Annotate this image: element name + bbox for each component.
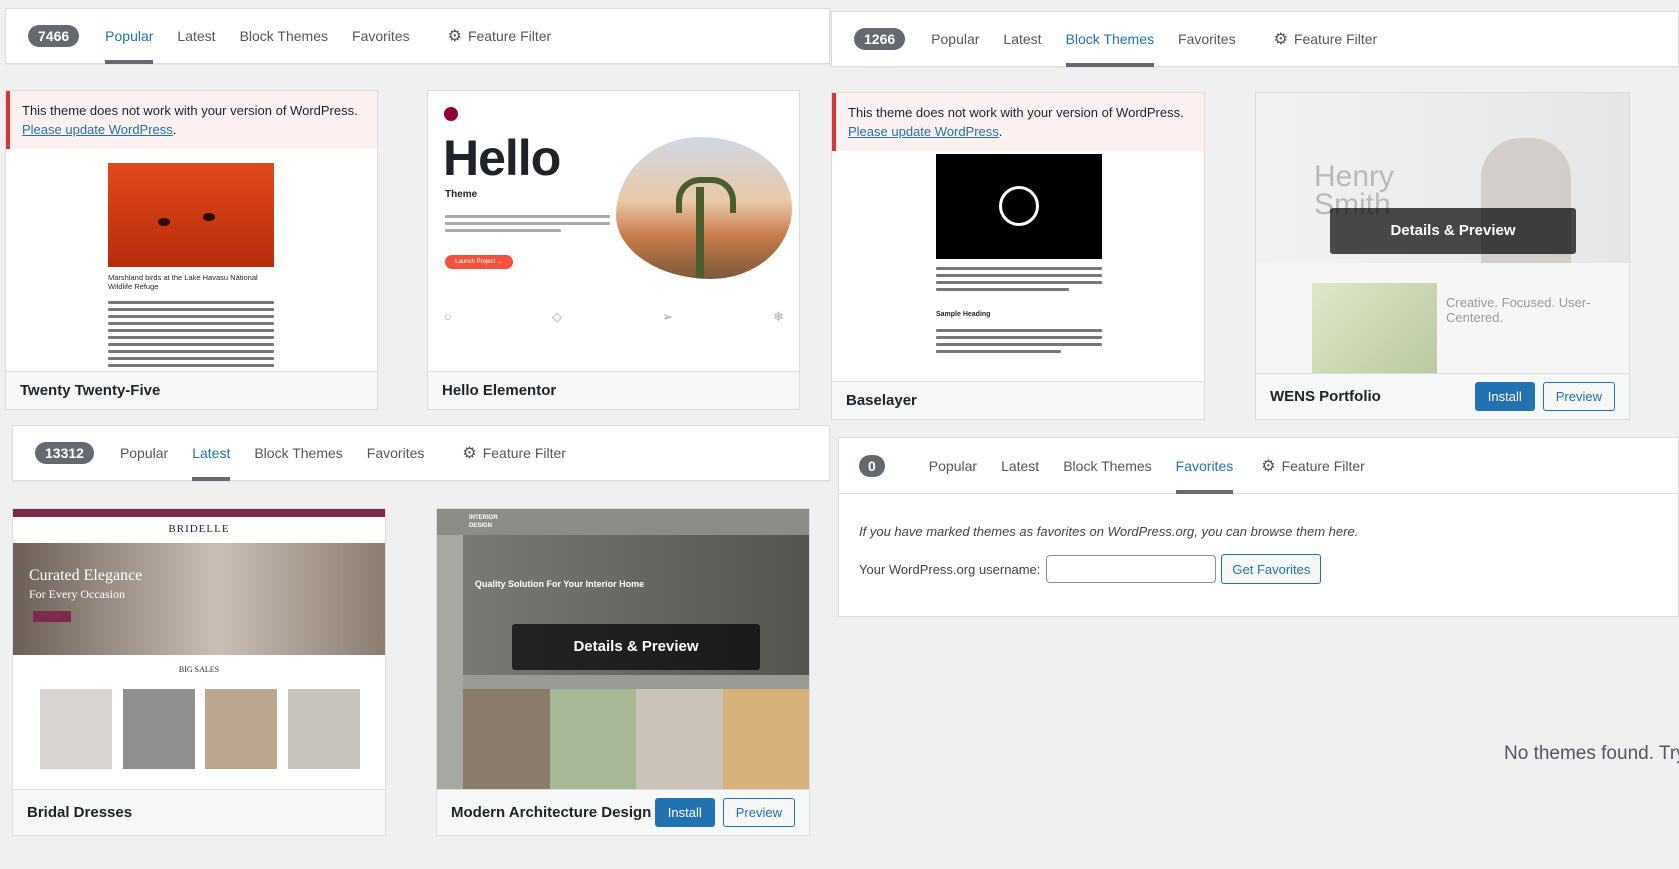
cactus-image [616, 137, 792, 279]
install-button[interactable]: Install [1474, 382, 1535, 411]
theme-card-hello-elementor[interactable]: Hello Theme Launch Project → ○ ◇ ➢ ❄ Hello … [427, 90, 800, 410]
update-wordpress-link[interactable]: Please update WordPress [848, 124, 999, 139]
username-label: Your WordPress.org username: [859, 561, 1041, 577]
tab-favorites[interactable]: Favorites [340, 9, 422, 63]
tab-favorites[interactable]: Favorites [355, 426, 437, 480]
diamond-icon: ◇ [551, 309, 562, 324]
tab-latest[interactable]: Latest [180, 426, 242, 481]
tab-block-themes[interactable]: Block Themes [228, 9, 340, 63]
shot-title: Hello [443, 130, 561, 186]
feature-filter-button[interactable]: ⚙ Feature Filter [450, 426, 578, 480]
launch-project-button: Launch Project → [445, 255, 513, 269]
shot-brand: INTERIOR DESIGN [469, 515, 498, 529]
paper-plane-icon: ➢ [662, 309, 673, 324]
theme-name: Twenty Twenty-Five [20, 382, 161, 399]
theme-card-wens-portfolio[interactable]: Henry Smith Creative. Focused. User-Cent… [1255, 92, 1630, 420]
filter-bar-favorites: 0 Popular Latest Block Themes Favorites … [839, 438, 1678, 494]
shot-sales-heading: BIG SALES [178, 665, 220, 674]
theme-count: 7466 [28, 25, 80, 47]
tab-popular[interactable]: Popular [917, 438, 989, 493]
person-laptop-photo [1312, 283, 1437, 373]
lightbulb-icon: ○ [444, 309, 452, 324]
feature-filter-label: Feature Filter [482, 445, 566, 461]
notice-text: This theme does not work with your versi… [848, 105, 1184, 120]
favorites-intro: If you have marked themes as favorites o… [859, 524, 1359, 539]
tab-popular[interactable]: Popular [919, 12, 991, 66]
tab-latest[interactable]: Latest [989, 438, 1051, 493]
install-button[interactable]: Install [654, 798, 715, 827]
tab-block-themes[interactable]: Block Themes [1051, 438, 1163, 493]
details-preview-overlay[interactable]: Details & Preview [1330, 208, 1576, 254]
tab-block-themes[interactable]: Block Themes [1054, 12, 1166, 67]
gear-icon: ⚙ [1261, 457, 1276, 475]
tab-latest[interactable]: Latest [991, 12, 1053, 66]
theme-count: 1266 [854, 28, 906, 50]
filter-bar-popular: 7466 Popular Latest Block Themes Favorit… [5, 8, 830, 64]
favorites-panel: 0 Popular Latest Block Themes Favorites … [838, 437, 1679, 617]
theme-name: Bridal Dresses [27, 804, 133, 821]
shot-brand: BRIDELLE [168, 523, 230, 535]
theme-count: 0 [859, 454, 885, 477]
theme-name: Hello Elementor [442, 382, 557, 399]
theme-name: Baselayer [846, 392, 917, 409]
sunset-image [108, 163, 274, 267]
tab-popular[interactable]: Popular [108, 426, 180, 480]
theme-card-footer: Hello Elementor [428, 371, 799, 409]
theme-name: WENS Portfolio [1270, 388, 1381, 405]
feature-filter-label: Feature Filter [1293, 31, 1378, 47]
feature-filter-button[interactable]: ⚙ Feature Filter [436, 9, 564, 63]
circle-icon [999, 186, 1039, 226]
theme-screenshot[interactable]: BRIDELLE Curated Elegance For Every Occa… [13, 509, 385, 789]
theme-card-bridal-dresses[interactable]: BRIDELLE Curated Elegance For Every Occa… [12, 508, 386, 836]
shot-subtitle: Theme [445, 189, 478, 200]
preview-button[interactable]: Preview [722, 798, 795, 827]
bride-hero-image: Curated Elegance For Every Occasion [13, 543, 385, 655]
feature-filter-label: Feature Filter [1281, 457, 1365, 474]
username-input[interactable] [1046, 555, 1217, 583]
tab-favorites[interactable]: Favorites [1164, 438, 1246, 494]
incompatible-notice: This theme does not work with your versi… [6, 91, 377, 149]
shot-heading: Sample Heading [936, 311, 991, 318]
notice-text: This theme does not work with your versi… [22, 103, 358, 118]
theme-card-twenty-twenty-five[interactable]: This theme does not work with your versi… [5, 90, 378, 410]
tab-latest[interactable]: Latest [165, 9, 227, 63]
theme-card-footer: Baselayer [832, 381, 1204, 419]
shot-hero-subtitle: For Every Occasion [29, 587, 125, 601]
shot-hero-title: Curated Elegance [29, 567, 143, 584]
theme-card-footer: Modern Architecture Design Install Previ… [437, 789, 809, 835]
feature-filter-label: Feature Filter [467, 28, 552, 44]
tab-block-themes[interactable]: Block Themes [242, 426, 354, 480]
theme-screenshot[interactable]: Hello Theme Launch Project → ○ ◇ ➢ ❄ [428, 91, 799, 371]
video-placeholder [936, 154, 1102, 259]
no-themes-message: No themes found. Try [1504, 743, 1679, 764]
theme-count: 13312 [35, 442, 94, 464]
shot-hero-title: Quality Solution For Your Interior Home [475, 579, 645, 589]
update-wordpress-link[interactable]: Please update WordPress [22, 122, 173, 137]
theme-card-modern-architecture-design[interactable]: INTERIOR DESIGN Quality Solution For You… [436, 508, 810, 836]
get-favorites-button[interactable]: Get Favorites [1221, 554, 1322, 584]
snowflake-icon: ❄ [773, 309, 784, 324]
details-preview-overlay[interactable]: Details & Preview [512, 624, 760, 670]
gear-icon: ⚙ [1273, 31, 1288, 48]
favorites-form: Your WordPress.org username: Get Favorit… [859, 554, 1322, 584]
preview-button[interactable]: Preview [1542, 382, 1615, 411]
gear-icon: ⚙ [447, 28, 462, 45]
filter-bar-latest: 13312 Popular Latest Block Themes Favori… [12, 425, 830, 481]
tab-popular[interactable]: Popular [93, 9, 165, 64]
feature-filter-button[interactable]: ⚙ Feature Filter [1262, 12, 1390, 66]
incompatible-notice: This theme does not work with your versi… [832, 93, 1204, 151]
gear-icon: ⚙ [462, 445, 477, 462]
filter-bar-block-themes: 1266 Popular Latest Block Themes Favorit… [831, 11, 1679, 67]
theme-card-footer: Bridal Dresses [13, 789, 385, 835]
elementor-logo-icon [444, 107, 458, 121]
theme-name: Modern Architecture Design [451, 804, 652, 821]
theme-card-footer: WENS Portfolio Install Preview [1256, 373, 1629, 419]
feature-filter-button[interactable]: ⚙ Feature Filter [1249, 438, 1377, 493]
theme-card-footer: Twenty Twenty-Five [6, 371, 377, 409]
theme-card-baselayer[interactable]: This theme does not work with your versi… [831, 92, 1205, 420]
shot-caption: Marshland birds at the Lake Havasu Natio… [108, 273, 258, 291]
shot-tagline: Creative. Focused. User-Centered. [1446, 295, 1591, 325]
tab-favorites[interactable]: Favorites [1166, 12, 1248, 66]
